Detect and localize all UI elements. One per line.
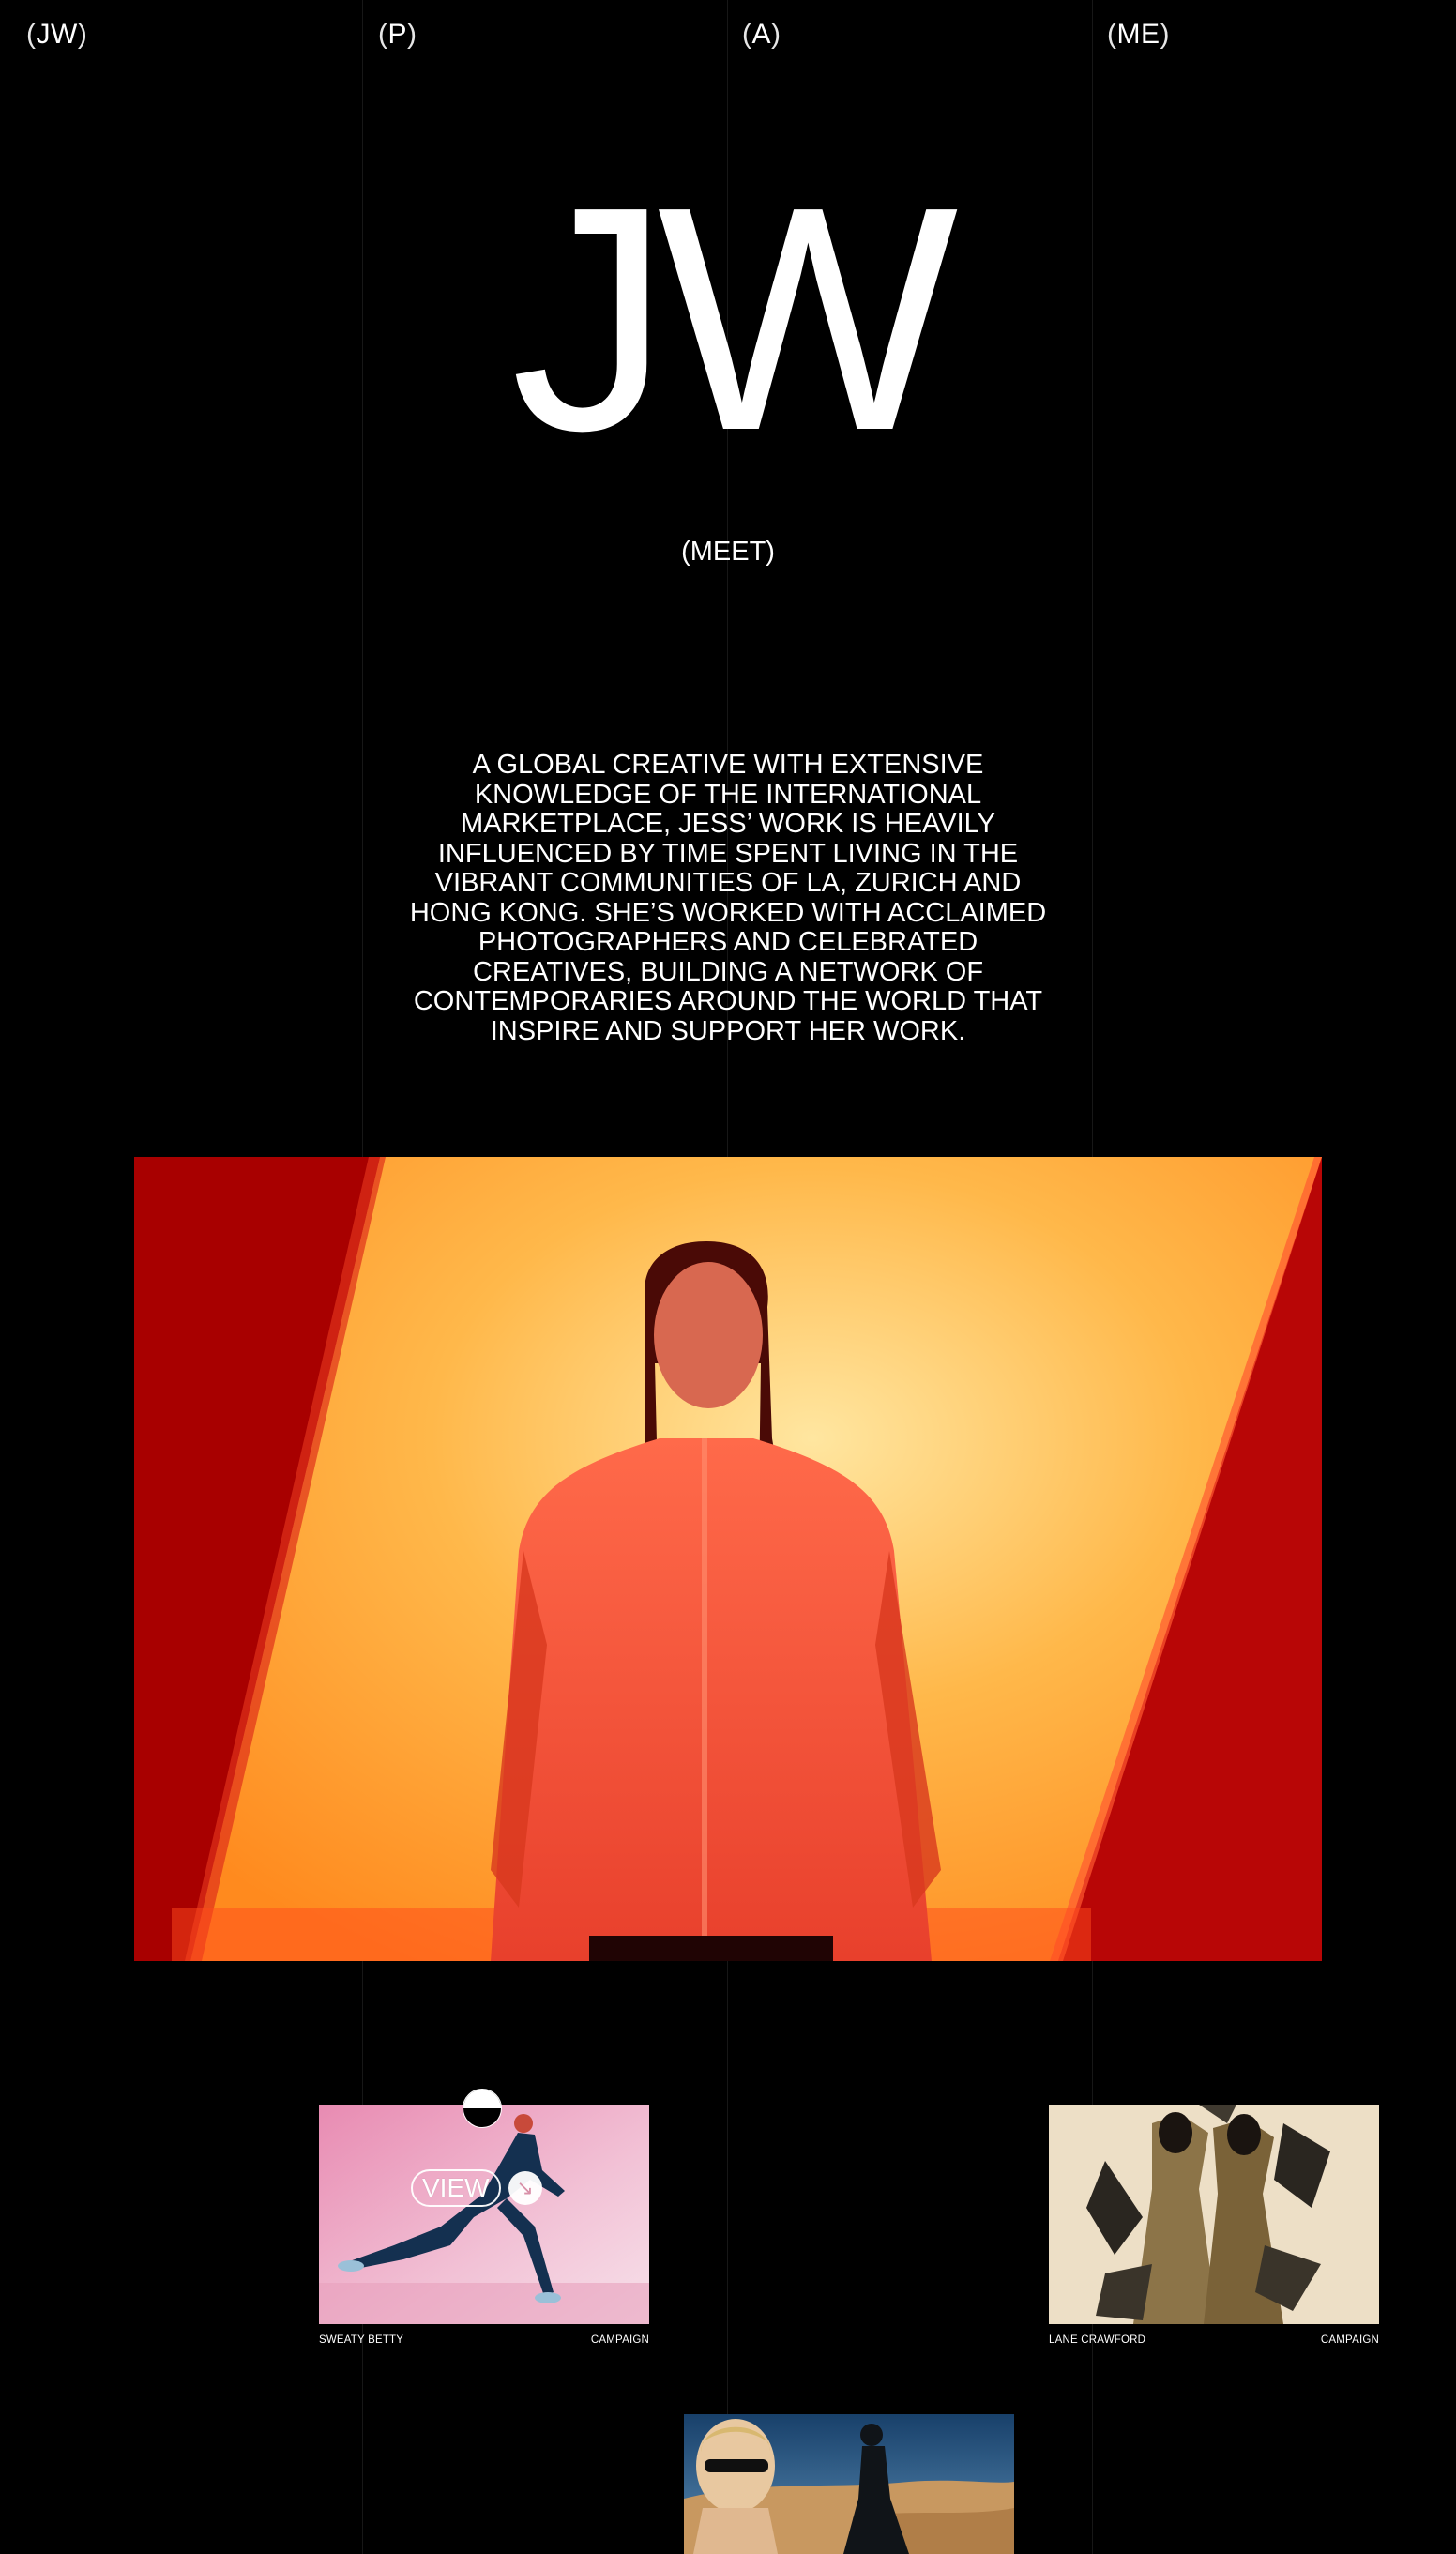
view-button[interactable]: VIEW ↘ [411,2169,542,2207]
project-card-desert[interactable] [684,2414,1014,2554]
project-thumbnail[interactable] [684,2414,1014,2554]
nav-label: ME [1116,19,1160,50]
nav-paren: ( [742,19,752,50]
project-meta: SWEATY BETTY CAMPAIGN [319,2334,649,2346]
nav-contact-link[interactable]: (ME) [1107,19,1170,51]
nav-paren: ) [77,19,88,50]
meet-link[interactable]: (MEET) [0,537,1456,568]
hero-image [134,1157,1322,1961]
nav-paren: ) [771,19,781,50]
view-label: VIEW [411,2169,501,2207]
nav-paren: ) [407,19,417,50]
project-client: SWEATY BETTY [319,2334,404,2346]
nav-paren: ( [378,19,388,50]
project-thumbnail[interactable] [1049,2105,1379,2324]
nav-paren: ) [1160,19,1170,50]
project-card-lane-crawford[interactable]: LANE CRAWFORD CAMPAIGN [1049,2105,1379,2346]
project-meta: LANE CRAWFORD CAMPAIGN [1049,2334,1379,2346]
nav-label: A [751,19,772,50]
intro-text: A GLOBAL CREATIVE WITH EXTENSIVE KNOWLED… [409,750,1047,1046]
cursor-indicator-top [463,2090,501,2108]
nav-paren: ( [1107,19,1117,50]
project-category: CAMPAIGN [590,2334,649,2346]
nav-about-link[interactable]: (A) [742,19,781,51]
nav-label: P [387,19,408,50]
project-category: CAMPAIGN [1320,2334,1379,2346]
project-client: LANE CRAWFORD [1049,2334,1146,2346]
project-thumbnail[interactable]: VIEW ↘ [319,2105,649,2324]
nav-label: JW [36,19,78,50]
cursor-indicator [463,2089,502,2128]
nav-paren: ( [26,19,37,50]
project-card-sweaty-betty[interactable]: VIEW ↘ SWEATY BETTY CAMPAIGN [319,2105,649,2346]
hero-logo: JW [510,141,959,497]
nav-projects-link[interactable]: (P) [378,19,417,51]
arrow-down-right-icon: ↘ [508,2171,542,2205]
page: (JW) (P) (A) (ME) JW (MEET) A GLOBAL CRE… [0,0,1456,2554]
nav-home-link[interactable]: (JW) [26,19,87,51]
